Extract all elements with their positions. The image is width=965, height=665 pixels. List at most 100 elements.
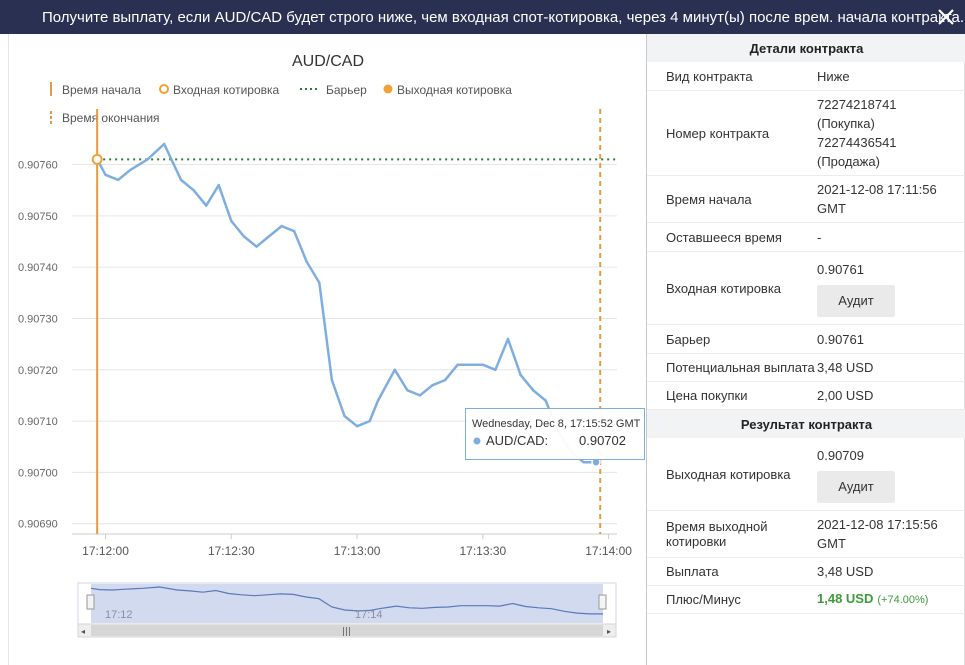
price-point [582,460,585,464]
contract-type-label: Вид контракта [666,68,753,84]
entry-spot-label: Входная котировка [666,280,782,296]
entry-spot-legend-icon [159,84,169,94]
price-point [242,235,246,238]
price-point [330,378,334,382]
row-entry-spot: Входная котировка 0.90761 Аудит [647,252,965,325]
contract-number-value: 72274218741 (Покупка) 72274436541 (Прода… [817,91,965,175]
tooltip-series-name: AUD/CAD: [486,433,548,448]
navigator-selection[interactable] [91,584,603,623]
row-payout: Выплата 3,48 USD [647,558,965,586]
chart-panel: AUD/CAD Время начала Входная котировка Б… [8,34,647,665]
price-point [129,168,132,171]
navigator-label-1712: 17:12 [105,609,133,621]
navigator-right-handle[interactable] [598,594,607,610]
payout-value: 3,48 USD [817,564,874,579]
price-point [179,178,183,182]
price-point [163,142,166,146]
y-tick-label: 0.90700 [18,467,58,479]
tooltip-series-icon [473,437,481,445]
barrier-label: Барьер [666,331,711,347]
row-remaining-time: Оставшееся время - [647,223,965,252]
price-point [494,368,497,371]
purchase-price-label: Цена покупки [666,388,748,403]
contract-details-modal: Получите выплату, если AUD/CAD будет стр… [0,0,965,665]
navigator[interactable]: 17:12 17:14 ◂ ▸ ||| [77,582,617,638]
row-contract-type: Вид контракта Ниже [647,62,965,91]
tooltip-date: Wednesday, Dec 8, 17:15:52 GMT [472,418,641,430]
contract-number-label: Номер контракта [666,125,770,141]
y-tick-label: 0.90720 [18,365,58,377]
price-point [431,383,434,387]
exit-time-line: 2021-12-08 17:15:56 [817,517,938,532]
y-tick-label: 0.90710 [18,416,58,428]
scroll-left-arrow-icon[interactable]: ◂ [81,627,85,636]
price-point [355,425,359,428]
exit-audit-button[interactable]: Аудит [817,470,895,503]
row-profit-loss: Плюс/Минус 1,48 USD (+74.00%) [647,586,965,614]
y-tick-label: 0.90690 [18,519,58,531]
row-start-time: Время начала 2021-12-08 17:11:56 GMT [647,176,965,223]
profit-loss-percent: (+74.00%) [877,594,929,606]
purchase-price-value: 2,00 USD [817,388,874,403]
price-point [544,399,547,402]
scrollbar-grip-icon[interactable]: ||| [342,627,351,637]
close-icon[interactable] [933,4,959,30]
price-point [292,230,296,233]
exit-time-label-line: Время выходной [666,519,768,534]
price-point [469,363,472,366]
legend-exit-spot: Выходная котировка [397,83,512,97]
row-contract-number: Номер контракта 72274218741 (Покупка) 72… [647,91,965,176]
contract-info-panel: Детали контракта Вид контракта Ниже Номе… [646,34,965,665]
start-time-label: Время начала [666,191,752,207]
contract-type-value: Ниже [817,68,850,84]
contract-number-line: 72274436541 [817,135,897,150]
start-time-line: GMT [817,201,846,216]
scroll-right-arrow-icon[interactable]: ▸ [607,627,611,636]
price-point [531,389,535,392]
price-point [204,204,208,207]
chart-title: AUD/CAD [292,53,364,70]
contract-number-line: (Продажа) [817,154,880,169]
y-axis: 0.90760 0.90750 0.90740 0.90730 0.90720 0.907… [18,160,58,531]
price-point [305,260,308,264]
price-point [192,188,195,192]
y-tick-label: 0.90740 [18,262,58,274]
price-point [506,337,510,341]
x-axis: 17:12:00 17:12:30 17:13:00 17:13:30 17:14:00… [72,533,632,558]
price-chart[interactable]: AUD/CAD Время начала Входная котировка Б… [9,34,647,665]
price-point [267,235,271,238]
price-point [255,245,258,248]
entry-spot-marker [91,153,103,165]
exit-spot-label: Выходная котировка [666,466,791,482]
contract-details-heading: Детали контракта [647,34,965,62]
barrier-value: 0.90761 [817,331,864,347]
chart-grid [72,164,617,525]
entry-audit-button[interactable]: Аудит [817,284,895,317]
price-point [376,399,380,402]
exit-spot-legend-icon [383,84,393,94]
profit-loss-cell: 1,48 USD (+74.00%) [817,585,965,614]
exit-spot-value: 0.90709 [817,447,864,463]
navigator-left-handle[interactable] [86,594,95,610]
contract-result-heading: Результат контракта [647,410,965,438]
x-tick-label: 17:13:00 [334,544,381,558]
price-point [280,224,283,228]
legend-entry-spot: Входная котировка [173,83,280,97]
contract-number-line: 72274218741 [817,97,897,112]
x-tick-label: 17:14:00 [585,544,632,558]
tooltip-value: 0.90702 [579,433,626,448]
price-point [456,363,459,366]
price-point [406,389,409,392]
row-exit-time: Время выходной котировки 2021-12-08 17:1… [647,511,965,558]
chart-tooltip: Wednesday, Dec 8, 17:15:52 GMT AUD/CAD: … [465,408,645,460]
price-point [318,281,321,284]
price-point [116,178,120,182]
navigator-label-1714: 17:14 [355,609,383,621]
start-time-line: 2021-12-08 17:11:56 [817,182,937,197]
legend-start-time: Время начала [62,83,141,97]
potential-payout-label: Потенциальная выплата [666,360,815,375]
row-purchase-price: Цена покупки 2,00 USD [647,382,965,410]
y-tick-label: 0.90750 [18,211,58,223]
y-tick-label: 0.90760 [18,160,58,172]
chart-legend: Время начала Входная котировка Барьер Вы… [50,82,512,125]
